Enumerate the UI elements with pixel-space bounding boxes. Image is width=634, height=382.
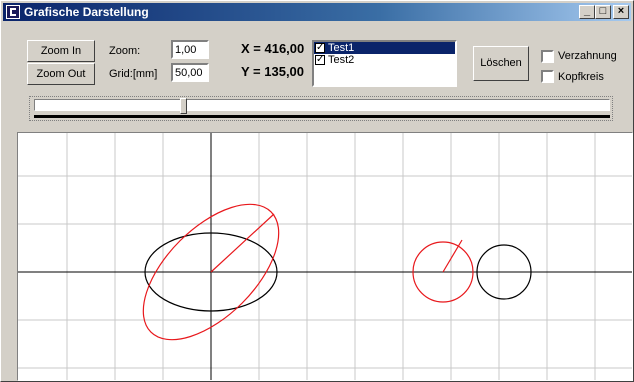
- app-window: Grafische Darstellung _ □ × Zoom In Zoom…: [0, 0, 634, 382]
- position-slider[interactable]: [29, 96, 613, 121]
- gearing-label: Verzahnung: [558, 50, 617, 62]
- tip-circle-label: Kopfkreis: [558, 71, 604, 83]
- zoom-in-label: Zoom In: [40, 45, 82, 57]
- layer-label: Test2: [328, 54, 355, 66]
- axes: [18, 133, 632, 380]
- delete-button[interactable]: Löschen: [473, 46, 529, 81]
- slider-track[interactable]: [34, 99, 610, 111]
- zoom-out-label: Zoom Out: [36, 68, 86, 80]
- grid-lines: [18, 133, 632, 380]
- layer-checkbox[interactable]: ✓: [315, 43, 325, 53]
- zoom-out-button[interactable]: Zoom Out: [27, 63, 95, 85]
- list-item[interactable]: ✓ Test1: [314, 42, 455, 54]
- app-icon[interactable]: [6, 5, 20, 19]
- maximize-button[interactable]: □: [595, 5, 611, 19]
- zoom-field[interactable]: 1,00: [171, 40, 209, 59]
- drawing-canvas[interactable]: [17, 132, 633, 381]
- list-item[interactable]: ✓ Test2: [314, 54, 455, 66]
- layer-label: Test1: [328, 42, 355, 54]
- grid-label: Grid:[mm]: [109, 68, 158, 80]
- title-bar[interactable]: Grafische Darstellung _ □ ×: [3, 3, 631, 21]
- tip-circle-checkbox[interactable]: [541, 70, 554, 83]
- slider-baseline: [34, 115, 610, 118]
- x-coordinate-readout: X = 416,00: [241, 41, 305, 56]
- drawing-surface[interactable]: [18, 133, 633, 381]
- zoom-in-button[interactable]: Zoom In: [27, 40, 95, 62]
- layer-list[interactable]: ✓ Test1 ✓ Test2: [312, 40, 457, 87]
- minimize-button[interactable]: _: [579, 5, 595, 19]
- slider-thumb[interactable]: [180, 98, 187, 114]
- y-coordinate-readout: Y = 135,00: [241, 64, 305, 79]
- layer-checkbox[interactable]: ✓: [315, 55, 325, 65]
- gearing-checkbox[interactable]: [541, 50, 554, 63]
- close-button[interactable]: ×: [613, 5, 629, 19]
- zoom-label: Zoom:: [109, 45, 141, 57]
- window-title: Grafische Darstellung: [24, 5, 149, 19]
- grid-field[interactable]: 50,00: [171, 63, 209, 82]
- delete-label: Löschen: [480, 57, 522, 69]
